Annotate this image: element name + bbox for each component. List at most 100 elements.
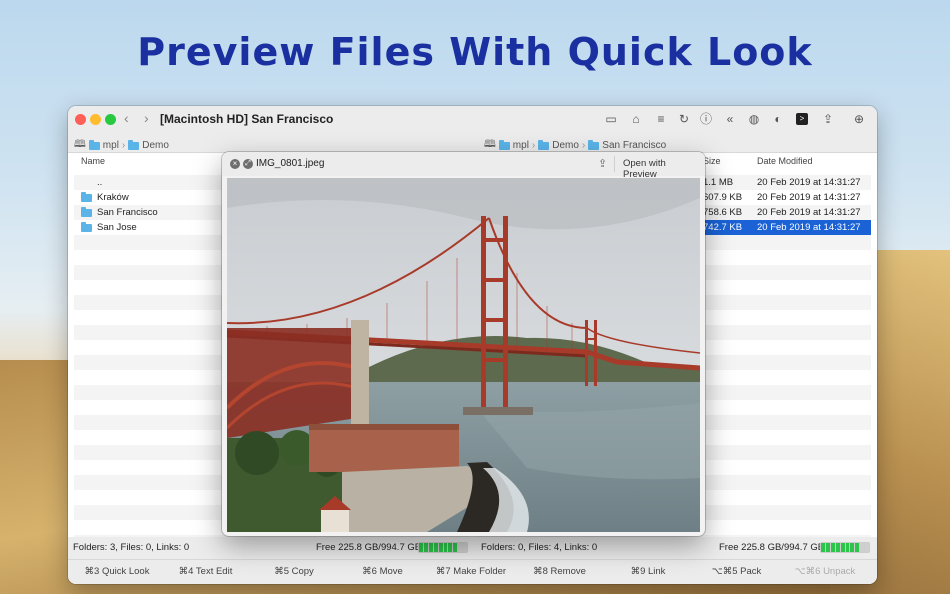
globe-icon[interactable]: ◍ [746,111,762,127]
disk-usage-segment [845,543,850,552]
quick-look-panel: × ⤢ IMG_0801.jpeg ⇪ Open with Preview [222,152,705,536]
file-name: San Jose [97,222,137,233]
function-key-button[interactable]: ⌘4 Text Edit [159,566,253,577]
function-key-button: ⌥⌘6 Unpack [794,566,856,577]
minimize-window-button[interactable] [90,114,101,125]
forward-icon[interactable]: › [144,110,149,126]
refresh-icon[interactable]: ↻ [676,111,692,127]
file-name-cell: .. [81,175,102,190]
file-name: San Francisco [97,207,158,218]
function-key-button[interactable]: ⌘8 Remove [513,566,607,577]
info-icon[interactable]: ⓘ [698,111,714,127]
headline: Preview Files With Quick Look [137,30,813,74]
chevron-right-icon: › [121,140,126,151]
disk-usage-segment [433,543,438,552]
home-icon[interactable]: ⌂ [628,111,644,127]
disk-usage-segment [825,543,830,552]
file-size: 758.6 KB [703,207,743,218]
file-date: 20 Feb 2019 at 14:31:27 [757,222,861,233]
folder-icon [81,221,92,232]
breadcrumb-item[interactable]: San Francisco [602,140,666,151]
folder-icon [81,191,92,202]
function-key-bar: ⌘3 Quick Look ⌘4 Text Edit ⌘5 Copy ⌘6 Move ⌘… [68,559,877,584]
left-status-counts: Folders: 3, Files: 0, Links: 0 [73,542,190,553]
disk-usage-segment [821,543,825,552]
disk-usage-segment [830,543,835,552]
left-free-space: Free 225.8 GB/994.7 GB [316,542,422,553]
file-name-cell: San Francisco [81,205,158,220]
disk-usage-segment [453,543,458,552]
column-header-date[interactable]: Date Modified [757,153,813,170]
fullscreen-icon[interactable]: ⤢ [243,159,253,169]
column-header-size[interactable]: Size [703,153,721,170]
right-disk-usage-bar [820,542,870,553]
file-name: .. [97,177,103,188]
disk-usage-segment [463,543,468,552]
left-disk-usage-bar [418,542,468,553]
breadcrumb-item[interactable]: mpl [513,140,529,151]
breadcrumb-item[interactable]: Demo [552,140,579,151]
right-status-counts: Folders: 0, Files: 4, Links: 0 [481,542,598,553]
function-key-button[interactable]: ⌘5 Copy [247,566,341,577]
status-bar: Folders: 3, Files: 0, Links: 0 Free 225.… [68,537,877,559]
function-key-button[interactable]: ⌘3 Quick Look [70,566,164,577]
photo-preview [227,178,700,532]
folder-icon [88,139,100,150]
file-date: 20 Feb 2019 at 14:31:27 [757,177,861,188]
quick-look-titlebar: × ⤢ IMG_0801.jpeg ⇪ Open with Preview [222,152,705,180]
terminal-icon[interactable]: > [796,113,808,125]
disk-usage-segment [428,543,433,552]
column-header-name[interactable]: Name [81,153,105,170]
folder-icon [588,139,600,150]
folder-icon [81,206,92,217]
function-key-button[interactable]: ⌘9 Link [601,566,695,577]
disk-usage-segment [860,543,865,552]
disk-usage-segment [419,543,423,552]
window-title: [Macintosh HD] San Francisco [160,112,334,126]
titlebar: ‹ › [Macintosh HD] San Francisco ▭ ⌂ ≡ ↻… [68,106,877,132]
disk-usage-segment [855,543,860,552]
file-date: 20 Feb 2019 at 14:31:27 [757,192,861,203]
contrast-icon[interactable]: ◐ [770,111,786,127]
share-icon[interactable]: ⇪ [820,111,836,127]
breadcrumb-item[interactable]: Demo [142,140,169,151]
download-icon[interactable]: ⊕ [851,111,867,127]
folder-icon [538,139,550,150]
disk-usage-segment [458,543,463,552]
file-name-cell: San Jose [81,220,137,235]
file-size: 742.7 KB [703,222,743,233]
function-key-button[interactable]: ⌘7 Make Folder [424,566,518,577]
list-icon[interactable]: ≡ [653,111,669,127]
folder-icon [498,139,510,150]
file-size: 1.1 MB [703,177,734,188]
disk-usage-segment [438,543,443,552]
disk-usage-segment [835,543,840,552]
chevron-right-icon: › [531,140,536,151]
close-window-button[interactable] [75,114,86,125]
rewind-icon[interactable]: « [722,111,738,127]
chevron-right-icon: › [581,140,586,151]
function-key-button[interactable]: ⌘6 Move [336,566,430,577]
close-icon[interactable]: × [230,159,240,169]
file-date: 20 Feb 2019 at 14:31:27 [757,207,861,218]
disk-usage-segment [850,543,855,552]
display-icon[interactable]: ▭ [603,111,619,127]
disk-usage-segment [423,543,428,552]
breadcrumb-item[interactable]: mpl [103,140,119,151]
right-free-space: Free 225.8 GB/994.7 GB [719,542,825,553]
back-icon[interactable]: ‹ [124,110,129,126]
disk-usage-segment [865,543,870,552]
function-key-button[interactable]: ⌥⌘5 Pack [690,566,784,577]
book-icon[interactable]: 🕮 [74,137,86,154]
open-with-preview-button[interactable]: Open with Preview [614,156,705,180]
disk-usage-segment [840,543,845,552]
quick-look-filename: IMG_0801.jpeg [256,158,325,169]
disk-usage-segment [448,543,453,552]
golden-gate-photo [227,178,700,532]
folder-icon [128,139,140,150]
file-name: Kraków [97,192,129,203]
zoom-window-button[interactable] [105,114,116,125]
path-bar: 🕮 mpl › Demo 🕮 mpl › Demo › San Francisc… [68,132,877,153]
file-size: 607.9 KB [703,192,743,203]
share-icon[interactable]: ⇪ [598,157,607,170]
